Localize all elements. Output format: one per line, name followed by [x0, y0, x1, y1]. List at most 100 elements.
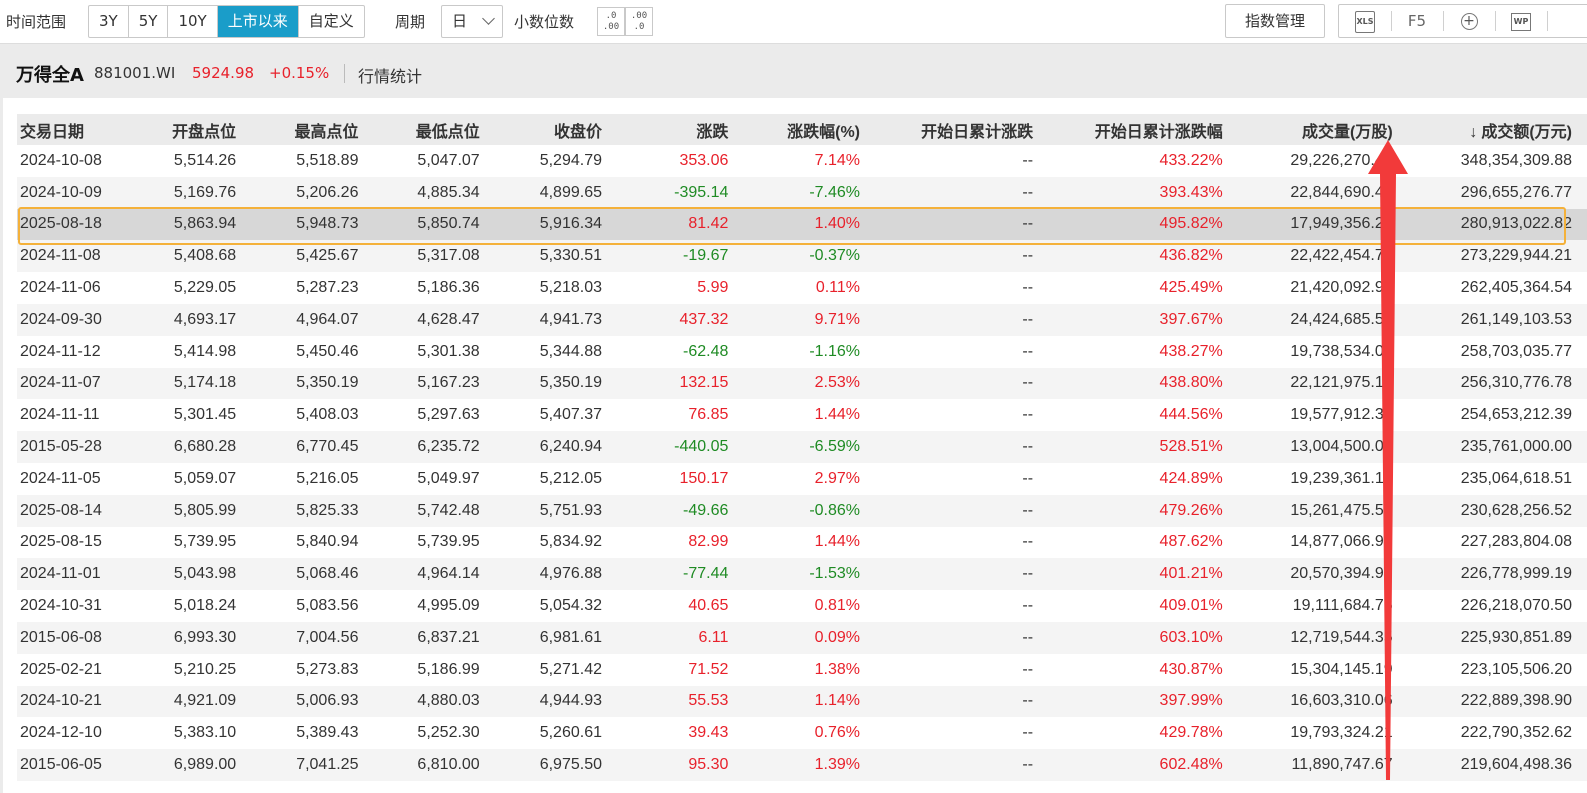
table-row[interactable]: 2024-12-10 5,383.10 5,389.43 5,252.30 5,260.… — [17, 717, 1587, 749]
col-header-change[interactable]: 涨跌 — [617, 114, 743, 145]
cell-high: 5,216.05 — [296, 469, 359, 487]
period-select[interactable]: 日 — [441, 5, 503, 38]
table-row[interactable]: 2025-08-15 5,739.95 5,840.94 5,739.95 5,834.… — [17, 527, 1587, 559]
table-row[interactable]: 2024-11-05 5,059.07 5,216.05 5,049.97 5,212.… — [17, 463, 1587, 495]
cell-turnover: 235,761,000.00 — [1460, 438, 1572, 456]
table-row[interactable]: 2015-06-08 6,993.30 7,004.56 6,837.21 6,981.… — [17, 621, 1587, 654]
cell-change-pct: -1.16% — [809, 342, 861, 360]
table-row[interactable]: 2025-08-14 5,805.99 5,825.33 5,742.48 5,751.… — [17, 494, 1587, 527]
cell-close: 5,212.05 — [539, 469, 602, 487]
refresh-f5-button[interactable]: F5 — [1392, 5, 1442, 37]
col-header-low[interactable]: 最低点位 — [373, 114, 494, 145]
table-row[interactable]: 2015-06-05 6,989.00 7,041.25 6,810.00 6,975.… — [17, 749, 1587, 781]
cell-low: 5,252.30 — [417, 724, 480, 742]
range-3y-button[interactable]: 3Y — [89, 6, 129, 37]
cell-volume: 14,877,066.99 — [1290, 533, 1393, 551]
cell-cum-change: -- — [1022, 374, 1034, 392]
cell-cum-change-pct: 479.26% — [1159, 501, 1223, 519]
cell-volume: 15,261,475.57 — [1290, 501, 1393, 519]
cell-change-pct: 1.38% — [814, 660, 861, 678]
cell-volume: 11,890,747.67 — [1291, 756, 1393, 774]
cell-change-pct: 0.76% — [814, 724, 861, 742]
cell-cum-change: -- — [1022, 597, 1034, 615]
cell-volume: 22,121,975.16 — [1290, 374, 1393, 392]
cell-change: -19.67 — [683, 247, 729, 265]
cell-low: 5,049.97 — [417, 469, 480, 487]
export-word-button[interactable]: WP — [1496, 5, 1546, 37]
table-row[interactable]: 2024-11-07 5,174.18 5,350.19 5,167.23 5,350.… — [17, 367, 1587, 400]
range-5y-button[interactable]: 5Y — [129, 6, 169, 37]
col-header-change-pct[interactable]: 涨跌幅(%) — [743, 114, 875, 145]
cell-change: 95.30 — [688, 756, 729, 774]
col-header-volume[interactable]: 成交量(万股) — [1238, 114, 1408, 145]
cell-change-pct: 9.71% — [814, 310, 861, 328]
cell-low: 5,742.48 — [417, 501, 480, 519]
cell-turnover: 222,790,352.62 — [1460, 724, 1572, 742]
col-header-turnover-label: 成交额(万元) — [1481, 123, 1572, 141]
cell-high: 5,389.43 — [296, 724, 359, 742]
index-management-button[interactable]: 指数管理 — [1225, 4, 1325, 38]
cell-close: 5,330.51 — [539, 247, 602, 265]
cell-date: 2024-10-21 — [20, 692, 102, 710]
cell-open: 5,018.24 — [173, 597, 237, 615]
table-row[interactable]: 2024-11-06 5,229.05 5,287.23 5,186.36 5,218.… — [17, 272, 1587, 304]
cell-low: 4,628.47 — [417, 310, 480, 328]
word-icon: WP — [1511, 12, 1531, 31]
cell-high: 5,006.93 — [296, 692, 359, 710]
cell-date: 2024-11-12 — [20, 342, 101, 360]
cell-cum-change-pct: 425.49% — [1159, 279, 1223, 297]
cell-high: 4,964.07 — [296, 310, 359, 328]
cell-close: 5,751.93 — [539, 501, 602, 519]
divider — [1547, 11, 1548, 31]
table-row[interactable]: 2024-10-08 5,514.26 5,518.89 5,047.07 5,294.… — [17, 145, 1587, 177]
table-row[interactable]: 2024-11-01 5,043.98 5,068.46 4,964.14 4,976.… — [17, 558, 1587, 591]
cell-change-pct: -1.53% — [809, 565, 861, 583]
cell-change: 132.15 — [679, 374, 729, 392]
table-row[interactable]: 2024-10-09 5,169.76 5,206.26 4,885.34 4,899.… — [17, 176, 1587, 209]
range-10y-button[interactable]: 10Y — [168, 6, 218, 37]
col-header-cum-change[interactable]: 开始日累计涨跌 — [875, 114, 1048, 145]
cell-close: 5,916.34 — [539, 215, 602, 233]
cell-change: 437.32 — [679, 310, 729, 328]
cell-open: 5,174.18 — [173, 374, 237, 392]
cell-change: 81.42 — [688, 215, 729, 233]
cell-cum-change-pct: 603.10% — [1159, 628, 1223, 646]
cell-change-pct: 2.97% — [814, 469, 861, 487]
table-row[interactable]: 2024-10-21 4,921.09 5,006.93 4,880.03 4,944.… — [17, 685, 1587, 718]
cell-date: 2024-11-11 — [20, 406, 100, 424]
cell-high: 6,770.45 — [296, 438, 359, 456]
col-header-cum-change-pct[interactable]: 开始日累计涨跌幅 — [1048, 114, 1238, 145]
range-button-group: 3Y 5Y 10Y 上市以来 自定义 — [88, 5, 365, 38]
col-header-date[interactable]: 交易日期 — [17, 114, 124, 145]
cell-close: 4,899.65 — [539, 183, 602, 201]
col-header-turnover[interactable]: ↓ 成交额(万元) — [1408, 114, 1587, 145]
cell-low: 4,995.09 — [417, 597, 480, 615]
range-custom-button[interactable]: 自定义 — [299, 6, 364, 37]
chevron-down-icon — [482, 12, 495, 25]
decimal-decrease-button[interactable]: .00 .0 — [625, 7, 653, 36]
cell-change: 39.43 — [688, 724, 729, 742]
table-row[interactable]: 2015-05-28 6,680.28 6,770.45 6,235.72 6,240.… — [17, 431, 1587, 463]
decimal-increase-button[interactable]: .0 .00 — [597, 7, 625, 36]
add-button[interactable]: + — [1444, 5, 1494, 37]
col-header-open[interactable]: 开盘点位 — [124, 114, 251, 145]
divider — [344, 64, 345, 83]
cell-low: 5,186.99 — [417, 660, 480, 678]
market-stats-tab[interactable]: 行情统计 — [358, 63, 422, 87]
table-row[interactable]: 2024-09-30 4,693.17 4,964.07 4,628.47 4,941.… — [17, 303, 1587, 336]
table-row[interactable]: 2024-11-11 5,301.45 5,408.03 5,297.63 5,407.… — [17, 399, 1587, 431]
cell-low: 6,810.00 — [417, 756, 480, 774]
col-header-high[interactable]: 最高点位 — [251, 114, 373, 145]
plus-circle-icon: + — [1460, 13, 1478, 30]
table-row[interactable]: 2024-11-12 5,414.98 5,450.46 5,301.38 5,344.… — [17, 336, 1587, 368]
table-row[interactable]: 2025-08-18 5,863.94 5,948.73 5,850.74 5,916.… — [17, 208, 1587, 241]
table-row[interactable]: 2024-11-08 5,408.68 5,425.67 5,317.08 5,330.… — [17, 240, 1587, 273]
col-header-close[interactable]: 收盘价 — [495, 114, 617, 145]
cell-cum-change-pct: 397.99% — [1159, 692, 1223, 710]
table-row[interactable]: 2024-10-31 5,018.24 5,083.56 4,995.09 5,054.… — [17, 590, 1587, 622]
export-excel-button[interactable]: XLS — [1340, 5, 1390, 37]
range-since-listing-button[interactable]: 上市以来 — [217, 6, 299, 37]
table-row[interactable]: 2025-02-21 5,210.25 5,273.83 5,186.99 5,271.… — [17, 654, 1587, 686]
cell-cum-change: -- — [1022, 628, 1034, 646]
cell-change-pct: 1.40% — [814, 215, 861, 233]
